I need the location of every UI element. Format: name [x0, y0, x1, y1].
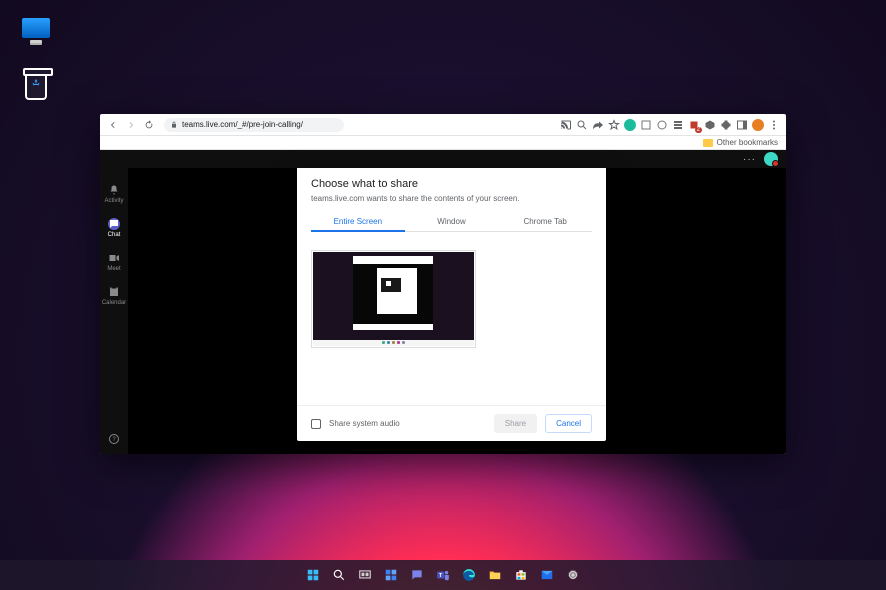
other-bookmarks-link[interactable]: Other bookmarks — [717, 138, 778, 147]
file-explorer-button[interactable] — [485, 565, 505, 585]
app-rail: Activity Chat Meet Calendar — [100, 168, 128, 454]
desktop-icon-recycle-bin[interactable] — [16, 74, 56, 100]
settings-button[interactable] — [563, 565, 583, 585]
mail-button[interactable] — [537, 565, 557, 585]
edge-button[interactable] — [459, 565, 479, 585]
extension-icon[interactable] — [640, 119, 652, 131]
calendar-icon — [108, 286, 120, 298]
share-audio-label: Share system audio — [329, 419, 486, 428]
cast-icon[interactable] — [560, 119, 572, 131]
lock-icon — [170, 121, 178, 129]
more-options-icon[interactable]: ··· — [743, 154, 756, 165]
extension-icon[interactable]: 2 — [688, 119, 700, 131]
help-icon[interactable]: ? — [100, 433, 128, 448]
reload-button[interactable] — [142, 118, 156, 132]
browser-toolbar: teams.live.com/_#/pre-join-calling/ 2 — [100, 114, 786, 136]
side-panel-icon[interactable] — [736, 119, 748, 131]
chat-button[interactable] — [407, 565, 427, 585]
rail-label: Calendar — [102, 300, 126, 306]
dialog-subtitle: teams.live.com wants to share the conten… — [311, 194, 592, 203]
profile-avatar-icon[interactable] — [752, 119, 764, 131]
video-icon — [108, 252, 120, 264]
share-icon[interactable] — [592, 119, 604, 131]
tab-entire-screen[interactable]: Entire Screen — [311, 213, 405, 232]
dialog-footer: Share system audio Share Cancel — [297, 405, 606, 441]
cancel-button[interactable]: Cancel — [545, 414, 592, 433]
rail-label: Meet — [107, 266, 120, 272]
share-tabs: Entire Screen Window Chrome Tab — [311, 213, 592, 232]
teams-app: ··· Activity Chat Meet Calenda — [100, 150, 786, 454]
start-button[interactable] — [303, 565, 323, 585]
bell-icon — [108, 184, 120, 196]
screen-thumbnail[interactable] — [311, 250, 476, 348]
teams-title-bar: ··· — [100, 150, 786, 168]
recycle-bin-icon — [25, 74, 47, 100]
share-audio-checkbox[interactable] — [311, 419, 321, 429]
chrome-window: teams.live.com/_#/pre-join-calling/ 2 Ot… — [100, 114, 786, 454]
extension-icon[interactable] — [624, 119, 636, 131]
rail-item-chat[interactable]: Chat — [102, 218, 126, 238]
store-button[interactable] — [511, 565, 531, 585]
rail-label: Chat — [108, 232, 121, 238]
favorite-icon[interactable] — [608, 119, 620, 131]
task-view-button[interactable] — [355, 565, 375, 585]
rail-item-calendar[interactable]: Calendar — [102, 286, 126, 306]
svg-text:?: ? — [112, 437, 116, 443]
extension-icon[interactable] — [704, 119, 716, 131]
bookmarks-bar: Other bookmarks — [100, 136, 786, 150]
rail-label: Activity — [104, 198, 123, 204]
desktop-wallpaper: teams.live.com/_#/pre-join-calling/ 2 Ot… — [0, 0, 886, 590]
monitor-icon — [22, 18, 50, 38]
search-button[interactable] — [329, 565, 349, 585]
zoom-icon[interactable] — [576, 119, 588, 131]
user-avatar[interactable] — [764, 152, 778, 166]
extensions-menu-icon[interactable] — [720, 119, 732, 131]
tab-window[interactable]: Window — [405, 213, 499, 232]
address-bar[interactable]: teams.live.com/_#/pre-join-calling/ — [164, 118, 344, 132]
taskbar: T — [0, 560, 886, 590]
url-text: teams.live.com/_#/pre-join-calling/ — [182, 120, 303, 129]
screen-share-dialog: Choose what to share teams.live.com want… — [297, 168, 606, 441]
forward-button[interactable] — [124, 118, 138, 132]
share-button[interactable]: Share — [494, 414, 537, 433]
desktop-icon-this-pc[interactable] — [16, 18, 56, 38]
extension-icon[interactable] — [672, 119, 684, 131]
widgets-button[interactable] — [381, 565, 401, 585]
folder-icon — [703, 139, 713, 147]
extension-icon[interactable] — [656, 119, 668, 131]
rail-item-meet[interactable]: Meet — [102, 252, 126, 272]
dialog-title: Choose what to share — [311, 178, 592, 190]
teams-button[interactable]: T — [433, 565, 453, 585]
back-button[interactable] — [106, 118, 120, 132]
rail-item-activity[interactable]: Activity — [102, 184, 126, 204]
chat-icon — [108, 218, 120, 230]
tab-chrome-tab[interactable]: Chrome Tab — [498, 213, 592, 232]
chrome-menu-icon[interactable] — [768, 119, 780, 131]
